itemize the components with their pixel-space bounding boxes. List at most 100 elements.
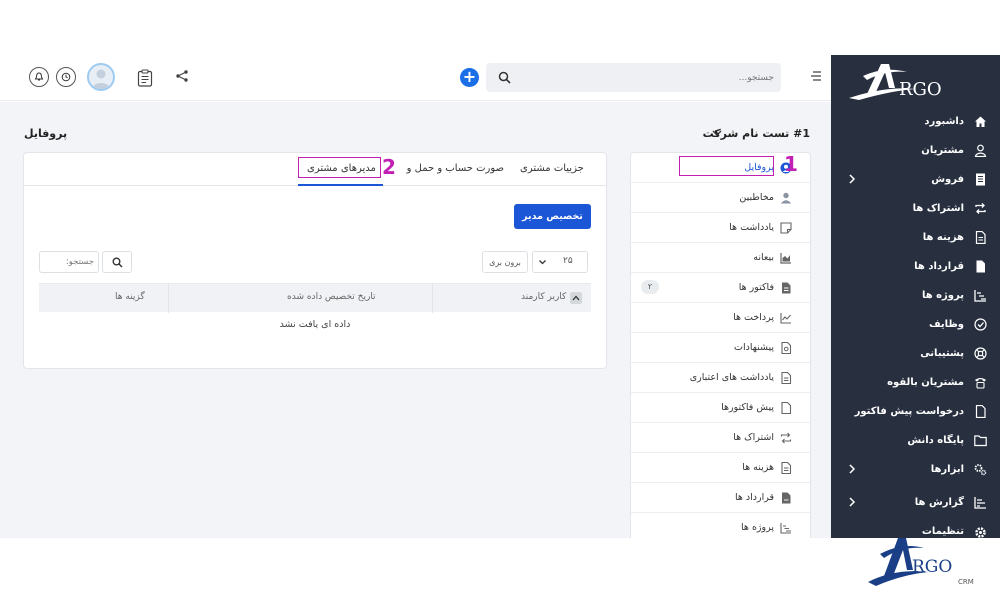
subscription-icon bbox=[780, 432, 792, 444]
contract-doc-icon bbox=[780, 492, 792, 504]
sidebar-item-utilities[interactable]: ابزارها bbox=[831, 455, 1000, 484]
clipboard-button[interactable] bbox=[137, 69, 153, 87]
add-new-button[interactable]: + bbox=[460, 68, 479, 87]
timer-button[interactable] bbox=[56, 67, 76, 87]
menu-icon bbox=[811, 71, 821, 81]
client-menu-label: پرداخت ها bbox=[733, 312, 774, 323]
client-menu-item-deposit[interactable]: بیعانه bbox=[631, 243, 810, 273]
client-menu-item-contracts[interactable]: قرارداد ها bbox=[631, 483, 810, 513]
client-menu-item-subscriptions[interactable]: اشتراک ها bbox=[631, 423, 810, 453]
empty-table-message: داده ای یافت نشد bbox=[279, 319, 351, 330]
document-icon bbox=[974, 405, 987, 418]
chevron-down-icon bbox=[539, 260, 546, 265]
deposit-icon bbox=[780, 252, 792, 264]
argo-crm-logo-icon: RGO CRM bbox=[868, 538, 974, 586]
avatar-icon bbox=[92, 69, 110, 89]
lifebuoy-icon bbox=[974, 347, 987, 360]
sidebar-item-label: مشتریان بالقوه bbox=[887, 377, 964, 388]
share-button[interactable] bbox=[175, 69, 189, 83]
search-icon bbox=[112, 257, 123, 268]
sidebar-item-expenses[interactable]: هزینه ها bbox=[831, 223, 1000, 252]
share-icon bbox=[176, 70, 188, 82]
sidebar-item-contracts[interactable]: قرارداد ها bbox=[831, 252, 1000, 281]
export-button[interactable]: برون بری bbox=[482, 251, 528, 273]
client-menu-label: قرارداد ها bbox=[734, 492, 774, 503]
table-search-input[interactable] bbox=[39, 251, 99, 273]
annotation-box-managers-tab bbox=[298, 157, 381, 178]
file-icon bbox=[974, 231, 987, 244]
tab-customer-details[interactable]: جزییات مشتری bbox=[520, 163, 584, 174]
client-menu-item-estimates[interactable]: پیش فاکتورها bbox=[631, 393, 810, 423]
notifications-button[interactable] bbox=[29, 67, 49, 87]
sidebar-item-label: پروژه ها bbox=[921, 290, 964, 301]
client-menu-label: پیشنهادات bbox=[734, 342, 774, 353]
brand-logo-bottom: RGO CRM bbox=[866, 530, 980, 590]
sidebar-item-label: مشتریان bbox=[921, 145, 964, 156]
expense-icon bbox=[780, 461, 792, 474]
sidebar-item-tasks[interactable]: وظایف bbox=[831, 310, 1000, 339]
sidebar-toggle-button[interactable] bbox=[810, 71, 822, 81]
sidebar-item-dashboard[interactable]: داشبورد bbox=[831, 107, 1000, 136]
receipt-icon bbox=[974, 173, 987, 186]
tab-billing-shipping[interactable]: صورت حساب و حمل و نقل bbox=[404, 163, 504, 174]
page-length-select[interactable]: ۲۵ bbox=[532, 251, 588, 273]
column-divider bbox=[432, 284, 433, 313]
client-menu-item-notes[interactable]: یادداشت ها bbox=[631, 213, 810, 243]
estimate-icon bbox=[780, 401, 792, 414]
chart-icon bbox=[974, 289, 987, 302]
table-search-button[interactable] bbox=[102, 251, 132, 273]
sidebar-item-subscriptions[interactable]: اشتراک ها bbox=[831, 194, 1000, 223]
sidebar-item-label: وظایف bbox=[928, 319, 964, 330]
sidebar-item-customers[interactable]: مشتریان bbox=[831, 136, 1000, 165]
assign-manager-button[interactable]: تخصیص مدیر bbox=[514, 204, 591, 229]
sidebar-item-label: پشتیبانی bbox=[920, 348, 964, 359]
sort-toggle[interactable] bbox=[570, 292, 582, 304]
bell-icon bbox=[34, 72, 44, 81]
payment-icon bbox=[780, 312, 792, 324]
sidebar-item-leads[interactable]: مشتریان بالقوه bbox=[831, 368, 1000, 397]
sidebar-item-knowledge-base[interactable]: پایگاه دانش bbox=[831, 426, 1000, 455]
sidebar-item-sales[interactable]: فروش bbox=[831, 165, 1000, 194]
brand-name: RGO bbox=[912, 557, 952, 577]
app-root: + RGO داشبورد مشتریان فروش اشتراک ها هزی… bbox=[0, 0, 1000, 600]
client-menu-item-expenses[interactable]: هزینه ها bbox=[631, 453, 810, 483]
client-menu-item-proposals[interactable]: پیشنهادات bbox=[631, 333, 810, 363]
column-header-assigned-date[interactable]: تاریخ تخصیص داده شده bbox=[287, 292, 376, 302]
chevron-down-icon[interactable] bbox=[712, 129, 722, 137]
section-title: پروفایل bbox=[24, 127, 68, 140]
search-input[interactable] bbox=[516, 63, 774, 92]
clock-icon bbox=[61, 72, 71, 82]
client-menu-item-invoices[interactable]: ۲ فاکتور ها bbox=[631, 273, 810, 303]
column-header-staff[interactable]: کاربر کارمند bbox=[521, 292, 566, 302]
user-icon bbox=[974, 144, 987, 157]
user-avatar[interactable] bbox=[87, 63, 115, 91]
sidebar-item-estimate-request[interactable]: درخواست پیش فاکتور bbox=[831, 397, 1000, 426]
argo-logo-icon: RGO bbox=[849, 64, 942, 100]
sidebar-item-support[interactable]: پشتیبانی bbox=[831, 339, 1000, 368]
client-menu-label: اشتراک ها bbox=[733, 432, 774, 443]
contact-icon bbox=[780, 192, 792, 204]
managers-table-header: کاربر کارمند تاریخ تخصیص داده شده گزینه … bbox=[39, 283, 591, 313]
sidebar-item-projects[interactable]: پروژه ها bbox=[831, 281, 1000, 310]
sidebar-item-label: گزارش ها bbox=[914, 497, 964, 508]
client-menu-item-contacts[interactable]: مخاطبین bbox=[631, 183, 810, 213]
client-menu-item-payments[interactable]: پرداخت ها bbox=[631, 303, 810, 333]
sidebar-item-reports[interactable]: گزارش ها bbox=[831, 488, 1000, 517]
annotation-number-2: 2 bbox=[382, 155, 396, 179]
client-menu-label: یادداشت های اعتباری bbox=[689, 372, 774, 383]
sidebar-item-label: قرارداد ها bbox=[914, 261, 964, 272]
home-icon bbox=[974, 115, 987, 128]
client-menu-item-projects[interactable]: پروژه ها bbox=[631, 513, 810, 538]
global-search[interactable] bbox=[486, 63, 781, 92]
chevron-left-icon bbox=[849, 497, 856, 507]
chevron-left-icon bbox=[849, 464, 856, 474]
plus-icon: + bbox=[462, 67, 477, 86]
brand-logo-top: RGO bbox=[845, 58, 975, 102]
credit-note-icon bbox=[780, 371, 792, 384]
page-length-value: ۲۵ bbox=[563, 256, 573, 266]
sidebar-item-label: درخواست پیش فاکتور bbox=[854, 406, 964, 417]
client-menu-item-credit-notes[interactable]: یادداشت های اعتباری bbox=[631, 363, 810, 393]
client-menu-label: فاکتور ها bbox=[738, 282, 774, 293]
annotation-box-profile bbox=[679, 156, 774, 176]
project-icon bbox=[780, 522, 792, 534]
